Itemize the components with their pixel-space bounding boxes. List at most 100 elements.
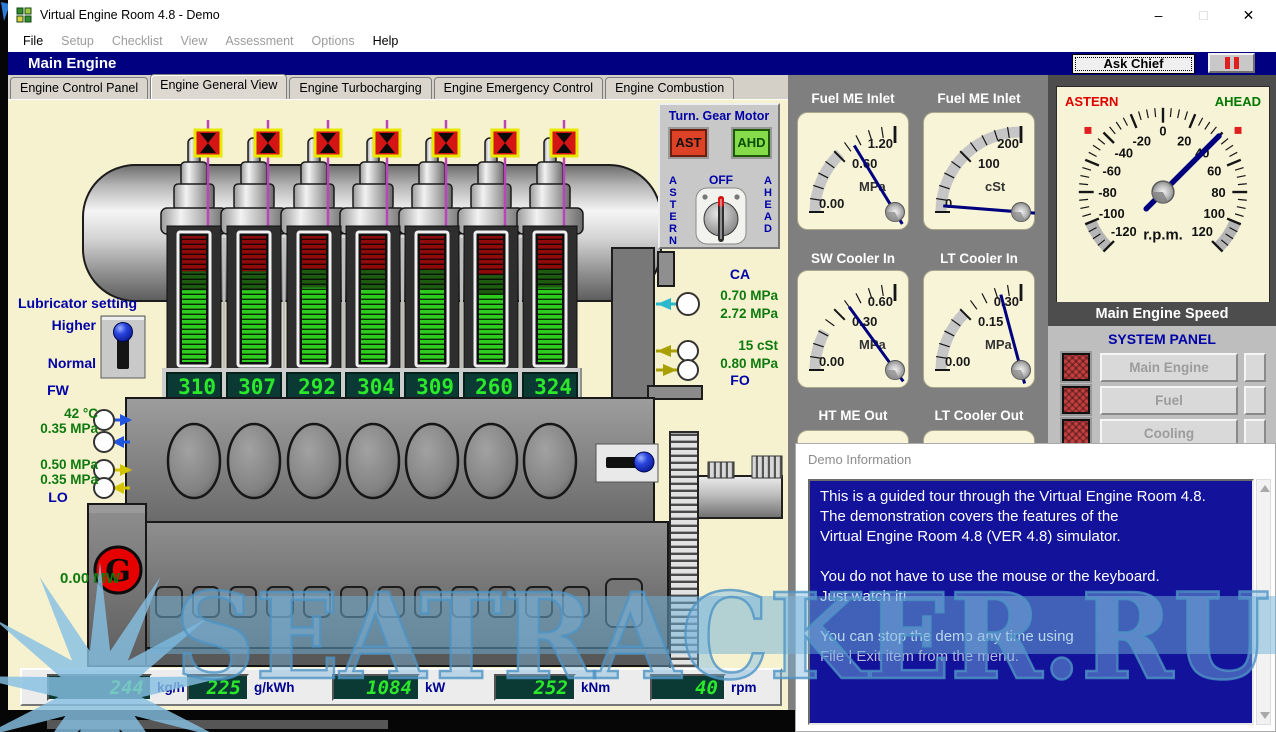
turn-gear-rotary-switch[interactable]: [695, 187, 747, 245]
app-header: Main Engine Ask Chief: [8, 52, 1276, 75]
system-button-fuel[interactable]: Fuel: [1100, 386, 1238, 415]
tab-engine-general-view[interactable]: Engine General View: [150, 74, 287, 99]
svg-text:1.20: 1.20: [868, 136, 893, 151]
instrument-unit: g/kWh: [254, 680, 295, 695]
svg-text:200: 200: [997, 136, 1019, 151]
ca-label: CA: [722, 266, 758, 282]
svg-text:324: 324: [534, 375, 572, 399]
demo-text-line: You do not have to use the mouse or the …: [820, 567, 1242, 587]
tab-engine-control-panel[interactable]: Engine Control Panel: [10, 77, 148, 99]
svg-text:292: 292: [298, 375, 336, 399]
instrument-display: 225: [187, 674, 249, 701]
system-button-main-engine[interactable]: Main Engine: [1100, 353, 1238, 382]
fo-label: FO: [722, 372, 758, 388]
pause-icon: [1225, 57, 1230, 69]
scroll-up-icon[interactable]: [1260, 485, 1270, 492]
svg-text:310: 310: [178, 375, 216, 399]
svg-text:304: 304: [357, 375, 395, 399]
svg-text:20: 20: [1177, 134, 1191, 149]
instrument-kw: 1084kW: [332, 674, 445, 701]
demo-scrollbar[interactable]: [1256, 479, 1271, 725]
svg-text:260: 260: [475, 375, 513, 399]
turn-gear-off-label: OFF: [693, 173, 749, 187]
system-row-fuel: Fuel: [1048, 386, 1276, 416]
app-icon: [16, 7, 32, 23]
generator-power: 0.00 MW: [60, 570, 120, 587]
menu-bar: FileSetupChecklistViewAssessmentOptionsH…: [8, 30, 1276, 52]
turn-gear-astern-button[interactable]: AST: [670, 129, 707, 157]
system-panel-title: SYSTEM PANEL: [1048, 331, 1276, 347]
svg-text:-120: -120: [1111, 224, 1137, 239]
menu-item-help[interactable]: Help: [364, 32, 408, 50]
taskbar-fragment: [47, 720, 388, 729]
instrument-knm: 252kNm: [494, 674, 610, 701]
turn-gear-motor-panel: Turn. Gear Motor AST AHD OFF ASTERN AHEA…: [658, 103, 780, 249]
instrument-display: 244: [47, 674, 152, 701]
menu-item-assessment[interactable]: Assessment: [216, 32, 302, 50]
turn-gear-ahead-button[interactable]: AHD: [733, 129, 770, 157]
screen-edge: [0, 0, 8, 732]
system-row-main-engine: Main Engine: [1048, 353, 1276, 383]
alarm-indicator: [1062, 386, 1090, 414]
svg-text:0.00: 0.00: [819, 354, 844, 369]
tab-engine-emergency-control[interactable]: Engine Emergency Control: [434, 77, 603, 99]
astern-label: ASTERN: [1065, 94, 1118, 109]
tab-bar: Engine Control PanelEngine General ViewE…: [8, 75, 788, 100]
instrument-unit: kNm: [581, 680, 610, 695]
svg-text:120: 120: [1191, 224, 1212, 239]
pause-icon: [1234, 57, 1239, 69]
panel-slot: [1244, 386, 1266, 415]
svg-text:0.30: 0.30: [994, 294, 1019, 309]
instrument-unit: rpm: [731, 680, 757, 695]
menu-item-view[interactable]: View: [172, 32, 217, 50]
demo-information-window: Demo Information This is a guided tour t…: [795, 443, 1276, 732]
gauge-label-lt-cooler-in-mpa: LT Cooler In: [909, 251, 1049, 266]
demo-text-line: You can stop the demo any time using: [820, 627, 1242, 647]
turn-gear-astern-scale: ASTERN: [666, 175, 680, 247]
pause-button[interactable]: [1208, 53, 1255, 73]
gauge-label-sw-cooler-in-mpa: SW Cooler In: [783, 251, 923, 266]
gauge-lt-cooler-in-mpa: 0.000.150.30MPa: [923, 270, 1035, 388]
instrument-strip: 244kg/h225g/kWh1084kW252kNm40rpm: [20, 668, 782, 706]
instrument-unit: kW: [425, 680, 445, 695]
svg-text:0: 0: [1159, 124, 1166, 139]
gauge-label-fuel-me-inlet-cst: Fuel ME Inlet: [909, 91, 1049, 106]
lubricator-switch[interactable]: [100, 315, 146, 379]
svg-text:MPa: MPa: [985, 337, 1013, 352]
svg-text:-20: -20: [1132, 134, 1151, 149]
svg-text:-60: -60: [1102, 164, 1121, 179]
demo-text-area: This is a guided tour through the Virtua…: [808, 479, 1254, 725]
fw-pressure: 0.35 MPa: [24, 421, 98, 436]
svg-text:0: 0: [945, 196, 952, 211]
svg-text:309: 309: [416, 375, 454, 399]
lo-pressure-1: 0.50 MPa: [24, 457, 98, 472]
tab-engine-combustion[interactable]: Engine Combustion: [605, 77, 734, 99]
scroll-down-icon[interactable]: [1260, 712, 1270, 719]
menu-item-setup[interactable]: Setup: [52, 32, 103, 50]
svg-text:80: 80: [1211, 185, 1225, 200]
svg-text:60: 60: [1207, 164, 1221, 179]
demo-window-title: Demo Information: [808, 452, 911, 467]
window-title: Virtual Engine Room 4.8 - Demo: [40, 0, 220, 30]
title-bar: Virtual Engine Room 4.8 - Demo – □ ✕: [8, 0, 1276, 30]
maximize-button[interactable]: □: [1181, 0, 1226, 30]
close-button[interactable]: ✕: [1226, 0, 1271, 30]
minimize-button[interactable]: –: [1136, 0, 1181, 30]
menu-item-checklist[interactable]: Checklist: [103, 32, 172, 50]
demo-text-line: Just watch it!: [820, 587, 1242, 607]
fo-viscosity: 15 cSt: [700, 338, 778, 353]
turn-gear-ahead-scale: AHEAD: [761, 175, 775, 235]
menu-item-options[interactable]: Options: [303, 32, 364, 50]
fw-temperature: 42 °C: [30, 406, 98, 421]
speed-panel: -120-100-80-60-40-20020406080100120r.p.m…: [1048, 75, 1276, 443]
svg-text:100: 100: [978, 156, 1000, 171]
svg-text:-100: -100: [1099, 206, 1125, 221]
svg-text:-80: -80: [1098, 185, 1117, 200]
demo-text-line: Virtual Engine Room 4.8 (VER 4.8) simula…: [820, 527, 1242, 547]
svg-text:0.60: 0.60: [868, 294, 893, 309]
menu-item-file[interactable]: File: [14, 32, 52, 50]
instrument-g-kwh: 225 g/kWh: [187, 674, 295, 701]
tab-engine-turbocharging[interactable]: Engine Turbocharging: [289, 77, 431, 99]
ask-chief-button[interactable]: Ask Chief: [1072, 54, 1195, 74]
demo-text-line: [820, 547, 1242, 567]
